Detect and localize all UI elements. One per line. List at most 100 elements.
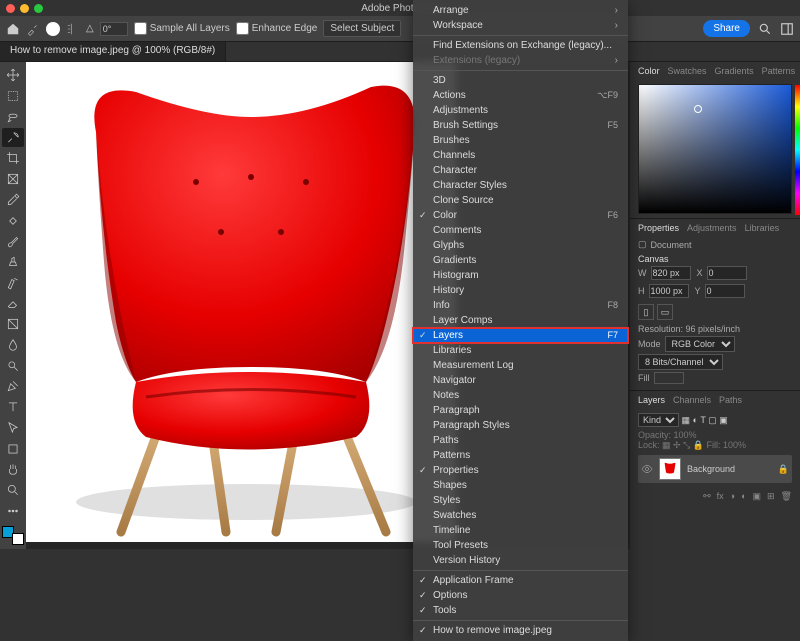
select-subject-button[interactable]: Select Subject [323,20,401,37]
tab-color[interactable]: Color [638,66,660,76]
delete-layer-icon[interactable]: 🗑 [781,491,792,502]
menu-item-actions[interactable]: Actions⌥F9 [413,88,628,103]
edit-toolbar-icon[interactable] [2,501,24,520]
lock-icons[interactable]: ▦ ✢ ⤡ 🔒 [662,440,704,450]
menu-item-layers[interactable]: LayersF7 [413,328,628,343]
menu-item-options[interactable]: Options [413,588,628,603]
menu-item-paragraph-styles[interactable]: Paragraph Styles [413,418,628,433]
link-layers-icon[interactable]: ⚯ [703,491,711,502]
menu-item-find-extensions-on-exchange-legacy-[interactable]: Find Extensions on Exchange (legacy)... [413,38,628,53]
menu-item-notes[interactable]: Notes [413,388,628,403]
tab-swatches[interactable]: Swatches [668,66,707,76]
brush-tool[interactable] [2,232,24,251]
width-input[interactable] [651,266,691,280]
layer-name[interactable]: Background [687,464,735,474]
shape-tool[interactable] [2,439,24,458]
menu-item-glyphs[interactable]: Glyphs [413,238,628,253]
menu-item-measurement-log[interactable]: Measurement Log [413,358,628,373]
menu-item-character-styles[interactable]: Character Styles [413,178,628,193]
menu-item-gradients[interactable]: Gradients [413,253,628,268]
tab-adjustments[interactable]: Adjustments [687,223,737,233]
new-layer-icon[interactable]: ⊞ [767,491,775,502]
bits-select[interactable]: 8 Bits/Channel [638,354,723,370]
marquee-tool[interactable] [2,87,24,106]
menu-item-application-frame[interactable]: Application Frame [413,573,628,588]
menu-item-patterns[interactable]: Patterns [413,448,628,463]
frame-tool[interactable] [2,170,24,189]
orientation-landscape-icon[interactable]: ▭ [657,304,673,320]
filter-adjust-icon[interactable]: ◐ [693,415,698,425]
menu-item-timeline[interactable]: Timeline [413,523,628,538]
layer-row[interactable]: Background 🔒 [638,455,792,483]
y-input[interactable] [705,284,745,298]
hue-slider[interactable] [795,85,800,215]
brush-settings-icon[interactable] [66,22,80,36]
enhance-edge-checkbox[interactable]: Enhance Edge [236,22,318,35]
hand-tool[interactable] [2,460,24,479]
visibility-icon[interactable] [641,463,653,475]
eraser-tool[interactable] [2,294,24,313]
layer-filter-select[interactable]: Kind [638,413,679,427]
gradient-tool[interactable] [2,315,24,334]
menu-item-color[interactable]: ColorF6 [413,208,628,223]
menu-item-channels[interactable]: Channels [413,148,628,163]
menu-item-3d[interactable]: 3D [413,73,628,88]
menu-item-navigator[interactable]: Navigator [413,373,628,388]
blur-tool[interactable] [2,336,24,355]
eyedropper-tool[interactable] [2,190,24,209]
menu-item-shapes[interactable]: Shapes [413,478,628,493]
fill-value[interactable]: 100% [723,440,746,450]
opacity-value[interactable]: 100% [674,430,697,440]
menu-item-version-history[interactable]: Version History [413,553,628,568]
fill-swatch[interactable] [654,372,684,384]
menu-item-clone-source[interactable]: Clone Source [413,193,628,208]
menu-item-paragraph[interactable]: Paragraph [413,403,628,418]
lasso-tool[interactable] [2,107,24,126]
layer-style-icon[interactable]: fx [717,491,724,502]
tab-libraries[interactable]: Libraries [745,223,780,233]
color-picker[interactable] [638,84,792,214]
crop-tool[interactable] [2,149,24,168]
filter-pixel-icon[interactable]: ▦ [682,415,691,425]
tool-preset-icon[interactable] [26,22,40,36]
new-fill-icon[interactable]: ◐ [741,491,746,502]
menu-item-workspace[interactable]: Workspace› [413,18,628,33]
tab-layers[interactable]: Layers [638,395,665,405]
menu-item-character[interactable]: Character [413,163,628,178]
filter-shape-icon[interactable]: ▢ [708,415,717,425]
menu-item-brush-settings[interactable]: Brush SettingsF5 [413,118,628,133]
tab-channels[interactable]: Channels [673,395,711,405]
clone-stamp-tool[interactable] [2,253,24,272]
path-select-tool[interactable] [2,418,24,437]
quick-select-tool[interactable] [2,128,24,147]
pen-tool[interactable] [2,377,24,396]
menu-item-info[interactable]: InfoF8 [413,298,628,313]
brush-preview-icon[interactable] [46,22,60,36]
filter-type-icon[interactable]: T [700,415,705,425]
color-swatches[interactable] [2,526,24,545]
menu-item-comments[interactable]: Comments [413,223,628,238]
menu-item-paths[interactable]: Paths [413,433,628,448]
menu-item-history[interactable]: History [413,283,628,298]
menu-item-layer-comps[interactable]: Layer Comps [413,313,628,328]
document-canvas[interactable] [26,62,456,542]
height-input[interactable] [649,284,689,298]
sample-all-layers-checkbox[interactable]: Sample All Layers [134,22,230,35]
mode-select[interactable]: RGB Color [665,336,735,352]
tab-patterns[interactable]: Patterns [762,66,796,76]
menu-item-how-to-remove-image-jpeg[interactable]: How to remove image.jpeg [413,623,628,638]
menu-item-arrange[interactable]: Arrange› [413,3,628,18]
share-button[interactable]: Share [703,20,750,37]
dodge-tool[interactable] [2,356,24,375]
menu-item-libraries[interactable]: Libraries [413,343,628,358]
tab-gradients[interactable]: Gradients [715,66,754,76]
menu-item-brushes[interactable]: Brushes [413,133,628,148]
menu-item-tools[interactable]: Tools [413,603,628,618]
menu-item-tool-presets[interactable]: Tool Presets [413,538,628,553]
color-picker-cursor-icon[interactable] [694,105,702,113]
workspace-icon[interactable] [780,22,794,36]
menu-item-adjustments[interactable]: Adjustments [413,103,628,118]
search-icon[interactable] [758,22,772,36]
new-group-icon[interactable]: ▣ [753,491,762,502]
healing-brush-tool[interactable] [2,211,24,230]
